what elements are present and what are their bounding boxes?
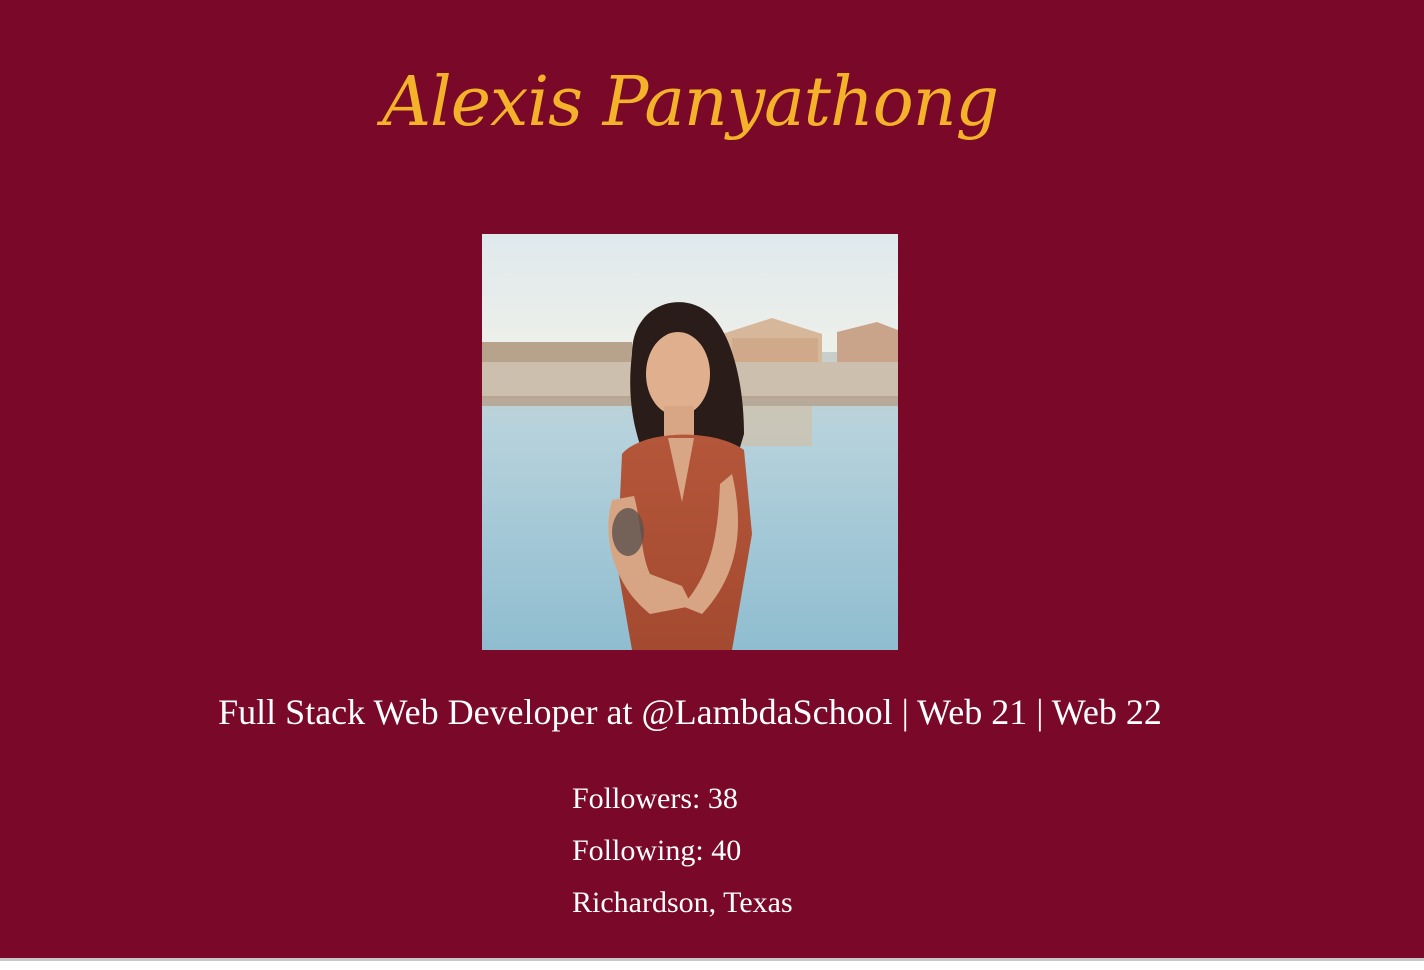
profile-stats: Followers: 38 Following: 40 Richardson, … bbox=[572, 773, 793, 929]
profile-photo bbox=[482, 234, 898, 650]
followers-count: Followers: 38 bbox=[572, 782, 738, 815]
following-count: Following: 40 bbox=[572, 834, 742, 867]
profile-name: Alexis Panyathong bbox=[381, 63, 999, 142]
profile-location: Richardson, Texas bbox=[572, 886, 793, 919]
profile-bio: Full Stack Web Developer at @LambdaSchoo… bbox=[218, 692, 1162, 732]
horizontal-scrollbar[interactable] bbox=[0, 958, 1424, 970]
profile-page: Alexis Panyathong Full Stack Web Develop… bbox=[0, 0, 1424, 958]
